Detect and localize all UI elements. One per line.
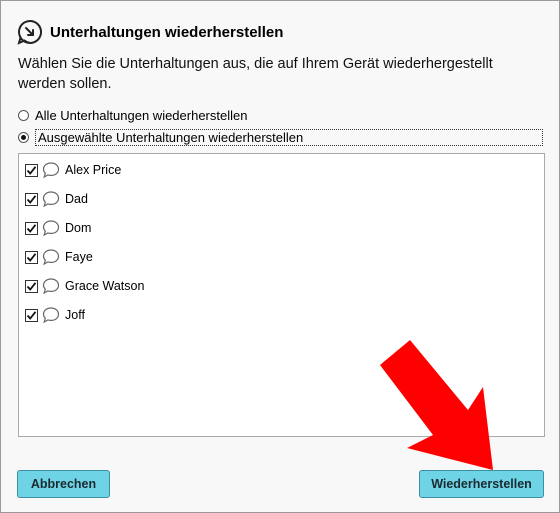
conversation-list[interactable]: Alex Price Dad Dom Faye Grace Watson Jof… [18,153,545,437]
chat-bubble-icon [42,249,60,266]
conversation-name: Grace Watson [65,279,145,293]
conversation-name: Dad [65,192,88,206]
chat-bubble-icon [42,220,60,237]
radio-button[interactable] [18,132,29,143]
list-item[interactable]: Joff [25,305,85,325]
conversation-name: Faye [65,250,93,264]
checkbox[interactable] [25,192,38,206]
radio-selected-conversations[interactable]: Ausgewählte Unterhaltungen wiederherstel… [18,129,543,146]
chat-bubble-icon [42,307,60,324]
checkmark-icon [26,194,37,204]
checkmark-icon [26,223,37,233]
checkbox[interactable] [25,163,38,177]
list-item[interactable]: Grace Watson [25,276,144,296]
restore-button[interactable]: Wiederherstellen [419,470,544,498]
radio-label: Alle Unterhaltungen wiederherstellen [35,108,248,123]
list-item[interactable]: Alex Price [25,160,121,180]
chat-bubble-icon [42,162,60,179]
radio-button[interactable] [18,110,29,121]
checkbox[interactable] [25,250,38,264]
checkmark-icon [26,252,37,262]
conversation-name: Dom [65,221,92,235]
dialog-description: Wählen Sie die Unterhaltungen aus, die a… [18,56,493,92]
dialog-header: Unterhaltungen wiederherstellen [16,17,283,47]
conversation-name: Joff [65,308,85,322]
conversation-name: Alex Price [65,163,122,177]
restore-icon [17,19,42,45]
radio-all-conversations[interactable]: Alle Unterhaltungen wiederherstellen [18,108,247,123]
checkbox[interactable] [25,221,38,235]
cancel-button[interactable]: Abbrechen [17,470,110,498]
checkmark-icon [26,281,37,291]
chat-bubble-icon [42,191,60,208]
dialog-title: Unterhaltungen wiederherstellen [50,23,284,41]
checkbox[interactable] [25,279,38,293]
checkbox[interactable] [25,308,38,322]
checkmark-icon [26,310,37,320]
checkmark-icon [26,165,37,175]
list-item[interactable]: Dad [25,189,88,209]
list-item[interactable]: Faye [25,247,93,267]
list-item[interactable]: Dom [25,218,91,238]
restore-dialog: Unterhaltungen wiederherstellen Wählen S… [0,0,560,513]
radio-label: Ausgewählte Unterhaltungen wiederherstel… [35,129,543,146]
chat-bubble-icon [42,278,60,295]
